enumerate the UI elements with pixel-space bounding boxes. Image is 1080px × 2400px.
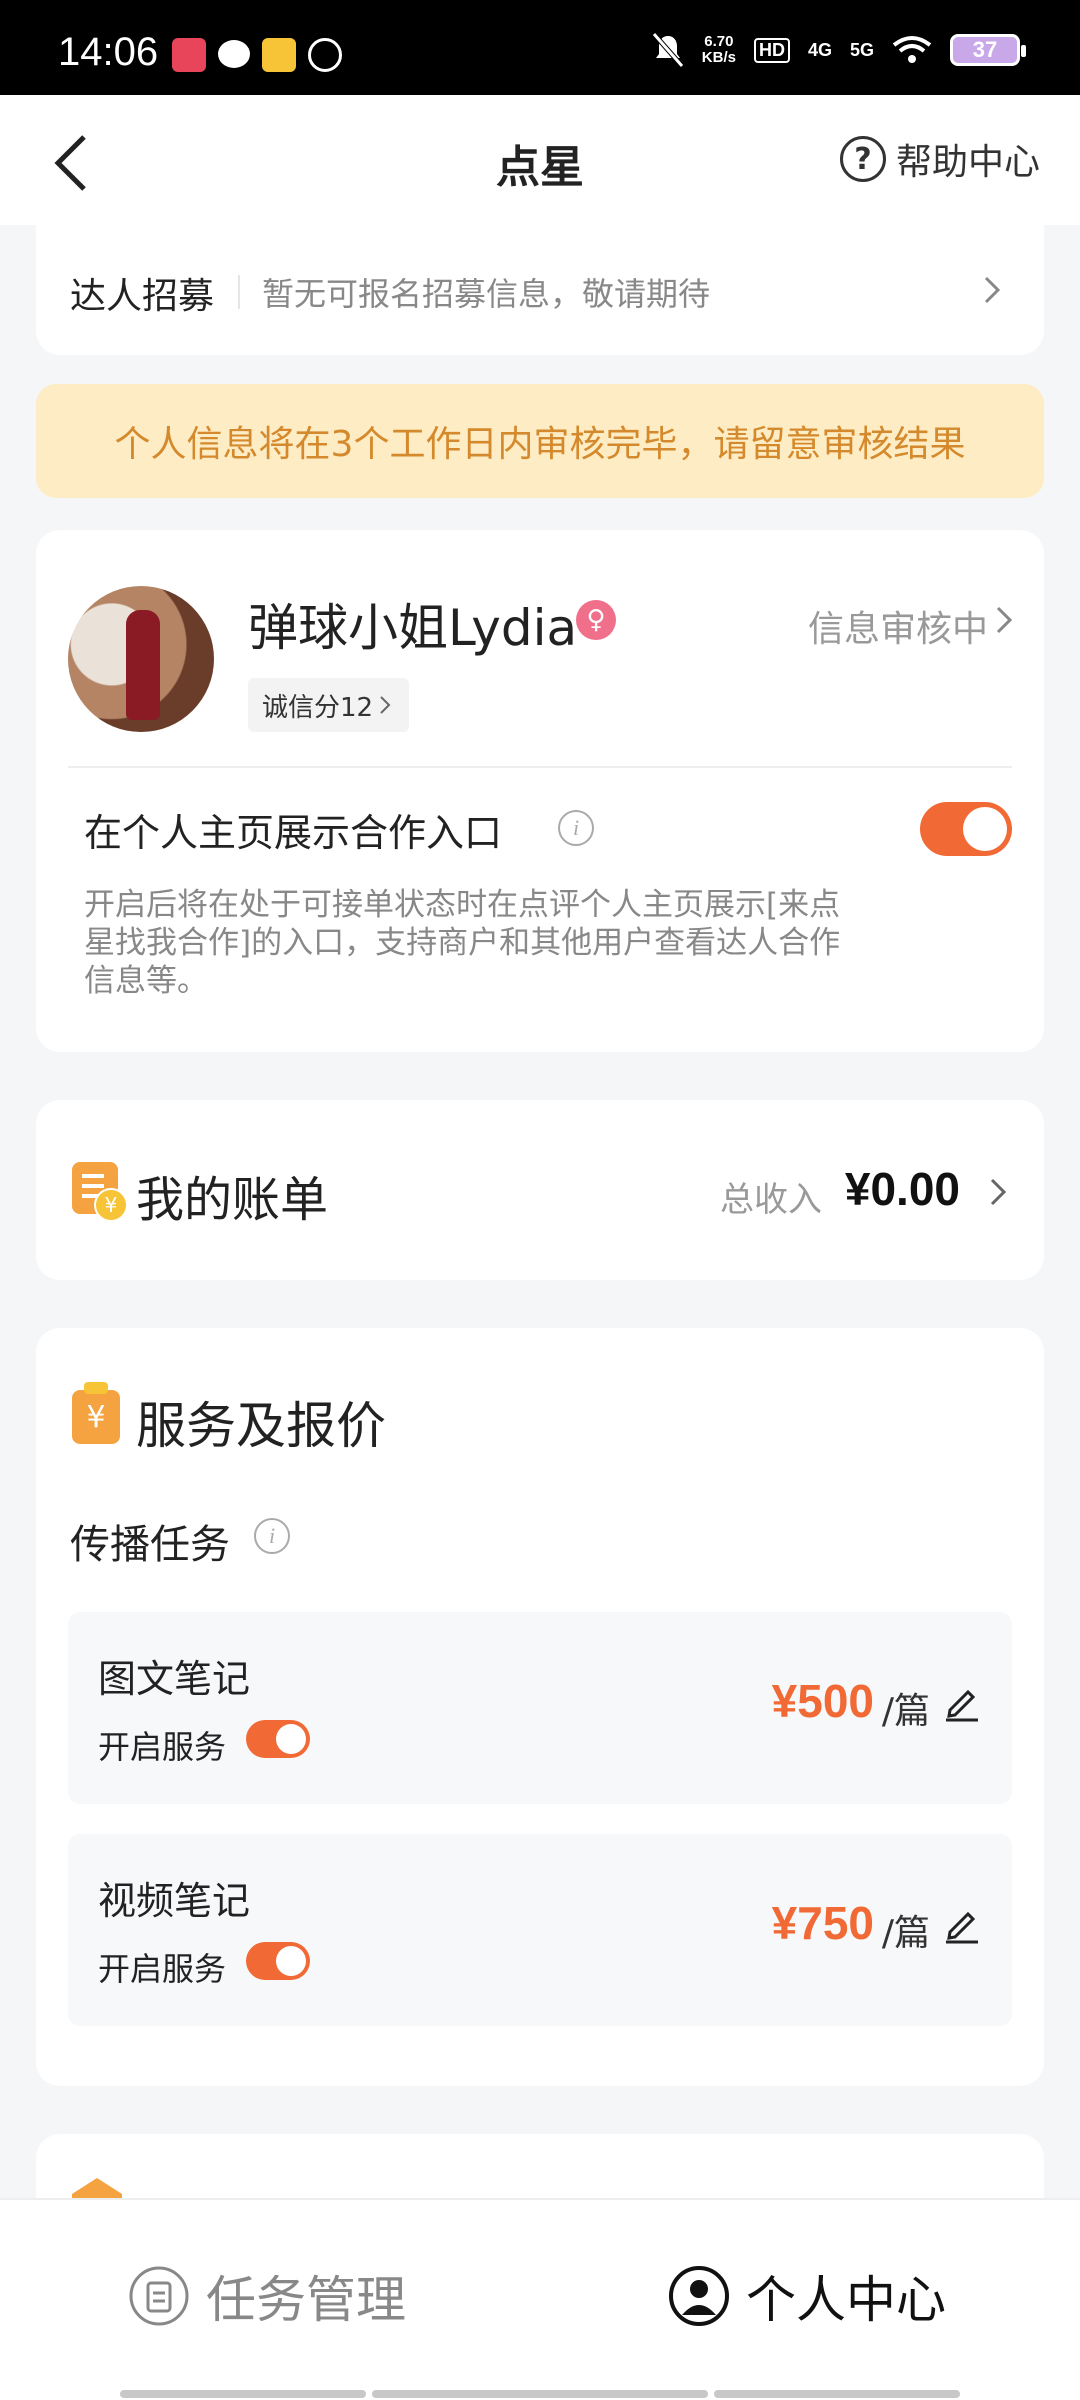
info-icon[interactable]: i [254,1518,290,1554]
tab-label: 任务管理 [206,2271,406,2329]
network-4g-icon: 4G [807,39,832,60]
clipboard-icon [129,2266,189,2326]
gesture-bar [372,2390,708,2398]
price-tag-icon: ¥ [72,1382,120,1444]
service-unit: /篇 [881,1913,930,1954]
service-item-name: 图文笔记 [98,1657,251,1701]
divider [68,766,1012,768]
tab-bar: 任务管理 个人中心 [0,2198,1080,2400]
bill-card[interactable]: 我的账单 总收入 ¥0.00 [36,1100,1044,1280]
total-income-amount: ¥0.00 [844,1163,960,1215]
recruit-text: 暂无可报名招募信息，敬请期待 [262,275,711,313]
cooperation-entry-toggle[interactable] [920,802,1012,856]
recruit-divider [238,275,240,309]
edit-pencil-icon[interactable] [942,1682,982,1722]
wifi-icon [892,36,932,63]
tab-task-management[interactable]: 任务管理 [128,2260,406,2332]
service-item: 视频笔记 开启服务 ¥750 /篇 [68,1834,1012,2026]
help-question-icon: ? [839,136,886,182]
edit-pencil-icon[interactable] [942,1904,982,1944]
app-notification-icon [172,38,206,72]
credit-score-label: 诚信分12 [262,692,374,723]
status-bar: 14:06 6.70 KB/s HD 4G 5G 37 [0,0,1080,95]
cooperation-entry-desc: 开启后将在处于可接单状态时在点评个人主页展示[来点星找我合作]的入口，支持商户和… [84,887,841,999]
nav-bar: 点星 ? 帮助中心 [0,95,1080,225]
recruit-label: 达人招募 [70,276,215,317]
cooperation-entry-title: 在个人主页展示合作入口 [84,811,503,855]
review-notice: 个人信息将在3个工作日内审核完毕，请留意审核结果 [36,384,1044,498]
service-toggle[interactable] [246,1720,310,1758]
service-item: 图文笔记 开启服务 ¥500 /篇 [68,1612,1012,1804]
net-speed: 6.70 KB/s [702,34,736,66]
tab-personal-center[interactable]: 个人中心 [668,2260,946,2332]
net-speed-value: 6.70 [704,33,734,50]
service-price: ¥500 [771,1675,874,1727]
profile-status[interactable]: 信息审核中 [808,600,988,652]
user-icon [669,2266,729,2326]
net-speed-unit: KB/s [701,49,736,66]
help-center-button[interactable]: ? 帮助中心 [839,133,1040,185]
total-income-label: 总收入 [720,1180,822,1220]
status-time: 14:06 [58,30,159,74]
credit-score-badge[interactable]: 诚信分12 [248,678,410,732]
gesture-bar [714,2390,960,2398]
mute-bell-icon [651,32,684,68]
female-gender-icon: ♀ [576,600,616,640]
gesture-bar [120,2390,366,2398]
services-title: 服务及报价 [136,1397,386,1455]
service-enable-label: 开启服务 [98,1728,227,1766]
chevron-right-icon[interactable] [994,604,1014,636]
profile-name: 弹球小姐Lydia [248,599,578,657]
info-icon[interactable]: i [558,810,594,846]
service-unit: /篇 [881,1691,930,1732]
spread-task-title: 传播任务 [70,1522,230,1568]
hd-badge: HD [753,37,790,63]
profile-card: 弹球小姐Lydia ♀ 信息审核中 诚信分12 在个人主页展示合作入口 i 开启… [36,530,1044,1052]
network-5g-icon: 5G [849,39,874,60]
service-toggle[interactable] [246,1942,310,1980]
chevron-right-icon [380,696,391,714]
tab-label: 个人中心 [746,2271,946,2329]
vpn-notification-icon [308,38,342,72]
chevron-right-icon [990,1178,1007,1206]
service-price: ¥750 [771,1897,874,1949]
avatar[interactable] [68,586,214,732]
bill-icon [72,1162,128,1222]
services-card: ¥ 服务及报价 传播任务 i 图文笔记 开启服务 ¥500 /篇 视频笔记 开启… [36,1328,1044,2086]
help-center-label: 帮助中心 [895,142,1040,183]
chevron-right-icon [984,276,1001,304]
status-right: 6.70 KB/s HD 4G 5G 37 [651,28,1026,72]
battery-icon: 37 [950,34,1026,66]
recruit-card[interactable]: 达人招募 暂无可报名招募信息，敬请期待 [36,225,1044,355]
service-item-name: 视频笔记 [98,1879,251,1923]
service-enable-label: 开启服务 [98,1950,227,1988]
bill-title: 我的账单 [136,1172,329,1228]
battery-level: 37 [972,37,998,62]
meituan-notification-icon [262,38,296,72]
message-notification-icon [218,40,250,68]
